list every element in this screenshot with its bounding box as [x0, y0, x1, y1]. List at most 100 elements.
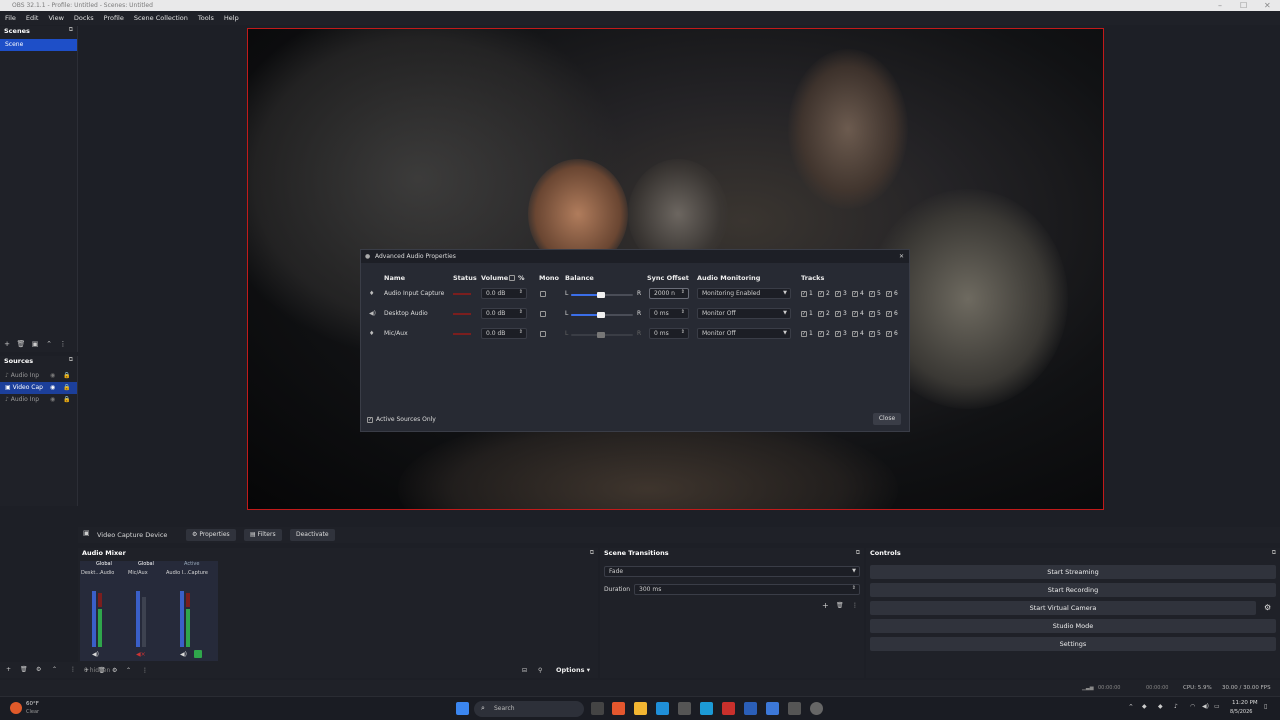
menu-file[interactable]: File [0, 11, 21, 25]
undock-icon[interactable]: ⧉ [856, 549, 860, 557]
undock-icon[interactable]: ⧉ [1272, 549, 1276, 557]
start-streaming-button[interactable]: Start Streaming [870, 565, 1276, 579]
undock-icon[interactable]: ⧉ [69, 356, 73, 364]
menu-tools[interactable]: Tools [193, 11, 219, 25]
trash-icon[interactable]: 🗑 [20, 666, 28, 673]
sync-offset-spinbox[interactable]: 0 ms ⇕ [649, 308, 689, 319]
balance-knob[interactable] [597, 292, 605, 298]
menu-profile[interactable]: Profile [99, 11, 129, 25]
windows-start-icon[interactable] [456, 702, 469, 715]
properties-button[interactable]: ⚙ Properties [186, 529, 236, 541]
more-icon[interactable]: ⋮ [852, 602, 858, 609]
taskbar-search[interactable]: ⌕ Search [474, 701, 584, 717]
app-icon[interactable] [766, 702, 779, 715]
start-virtual-camera-button[interactable]: Start Virtual Camera [870, 601, 1256, 615]
lock-icon[interactable]: 🔒 [63, 394, 70, 406]
undock-icon[interactable]: ⧉ [69, 26, 73, 34]
track-checkbox[interactable]: ✓ [801, 311, 807, 317]
edge-icon[interactable] [656, 702, 669, 715]
headphones-icon[interactable] [194, 650, 202, 658]
obs-icon[interactable] [810, 702, 823, 715]
task-view-icon[interactable] [591, 702, 604, 715]
volume-spinbox[interactable]: 0.0 dB ⇕ [481, 328, 527, 339]
studio-mode-button[interactable]: Studio Mode [870, 619, 1276, 633]
more-icon[interactable]: ⋮ [70, 666, 76, 673]
sync-offset-spinbox[interactable]: 0 ms ⇕ [649, 328, 689, 339]
move-up-icon[interactable]: ⌃ [52, 666, 57, 673]
spin-arrows-icon[interactable]: ⇕ [519, 288, 523, 297]
settings-button[interactable]: Settings [870, 637, 1276, 651]
monitoring-select[interactable]: Monitoring Enabled ▼ [697, 288, 791, 299]
spin-arrows-icon[interactable]: ⇕ [681, 328, 685, 337]
source-item[interactable]: ♪ Audio Inp ◉ 🔒 [0, 394, 77, 406]
chrome-icon[interactable] [612, 702, 625, 715]
lock-icon[interactable]: 🔒 [63, 382, 70, 394]
track-checkbox[interactable]: ✓ [818, 291, 824, 297]
transition-select[interactable]: Fade ▼ [604, 566, 860, 577]
mono-checkbox[interactable] [540, 311, 546, 317]
tray-icon[interactable]: ◆ [1158, 703, 1163, 710]
volume-fader[interactable] [136, 591, 140, 647]
duration-spinbox[interactable]: 300 ms ⇕ [634, 584, 860, 595]
track-checkbox[interactable]: ✓ [886, 331, 892, 337]
add-icon[interactable]: + [822, 601, 829, 610]
spin-arrows-icon[interactable]: ⇕ [519, 308, 523, 317]
notifications-icon[interactable]: ▯ [1264, 703, 1267, 710]
app-icon[interactable] [744, 702, 757, 715]
close-window-button[interactable]: ✕ [1264, 0, 1271, 11]
lock-icon[interactable]: 🔒 [63, 370, 70, 382]
balance-knob[interactable] [597, 332, 605, 338]
volume-spinbox[interactable]: 0.0 dB ⇕ [481, 308, 527, 319]
eye-icon[interactable]: ◉ [50, 370, 55, 382]
mixer-up-icon[interactable]: ⌃ [126, 667, 131, 674]
track-checkbox[interactable]: ✓ [818, 311, 824, 317]
mono-checkbox[interactable] [540, 291, 546, 297]
track-checkbox[interactable]: ✓ [835, 331, 841, 337]
volume-fader[interactable] [180, 591, 184, 647]
wifi-icon[interactable]: ◠ [1190, 703, 1195, 710]
track-checkbox[interactable]: ✓ [852, 311, 858, 317]
weather-icon[interactable] [10, 702, 22, 714]
menu-view[interactable]: View [43, 11, 68, 25]
source-item[interactable]: ♪ Audio Inp ◉ 🔒 [0, 370, 77, 382]
spin-arrows-icon[interactable]: ⇕ [852, 584, 856, 593]
link-icon[interactable]: ⚲ [538, 667, 542, 674]
eye-icon[interactable]: ◉ [50, 394, 55, 406]
track-checkbox[interactable]: ✓ [835, 291, 841, 297]
percent-checkbox[interactable] [509, 275, 515, 281]
tray-chevron-icon[interactable]: ⌃ [1128, 703, 1134, 711]
gear-icon[interactable]: ⚙ [1264, 603, 1271, 612]
scene-item[interactable]: Scene [0, 39, 77, 51]
sync-offset-spinbox[interactable]: 2000 n ⇕ [649, 288, 689, 299]
gear-icon[interactable]: ⚙ [36, 666, 41, 673]
volume-fader[interactable] [92, 591, 96, 647]
trash-icon[interactable]: 🗑 [14, 340, 28, 348]
minimize-button[interactable]: – [1218, 0, 1222, 11]
track-checkbox[interactable]: ✓ [869, 331, 875, 337]
spin-arrows-icon[interactable]: ⇕ [519, 328, 523, 337]
mixer-more-icon[interactable]: ⋮ [142, 667, 148, 674]
track-checkbox[interactable]: ✓ [801, 331, 807, 337]
clock-date[interactable]: 8/5/2026 [1230, 709, 1252, 715]
track-checkbox[interactable]: ✓ [801, 291, 807, 297]
menu-docks[interactable]: Docks [69, 11, 99, 25]
eye-icon[interactable]: ◉ [50, 382, 55, 394]
media-icon[interactable] [788, 702, 801, 715]
menu-edit[interactable]: Edit [21, 11, 44, 25]
track-checkbox[interactable]: ✓ [852, 331, 858, 337]
mono-checkbox[interactable] [540, 331, 546, 337]
undock-icon[interactable]: ⧉ [590, 549, 594, 557]
track-checkbox[interactable]: ✓ [852, 291, 858, 297]
spin-arrows-icon[interactable]: ⇕ [681, 308, 685, 317]
menu-scene-collection[interactable]: Scene Collection [129, 11, 193, 25]
scene-filter-icon[interactable]: ▣ [28, 340, 42, 348]
track-checkbox[interactable]: ✓ [818, 331, 824, 337]
menu-help[interactable]: Help [219, 11, 244, 25]
battery-icon[interactable]: ▭ [1214, 703, 1220, 710]
maximize-button[interactable]: ☐ [1240, 0, 1247, 11]
source-item[interactable]: ▣ Video Cap ◉ 🔒 [0, 382, 77, 394]
options-button[interactable]: Options ▾ [556, 666, 590, 674]
help-icon[interactable] [700, 702, 713, 715]
monitoring-select[interactable]: Monitor Off ▼ [697, 308, 791, 319]
volume-icon[interactable]: ◀) [1202, 703, 1209, 710]
